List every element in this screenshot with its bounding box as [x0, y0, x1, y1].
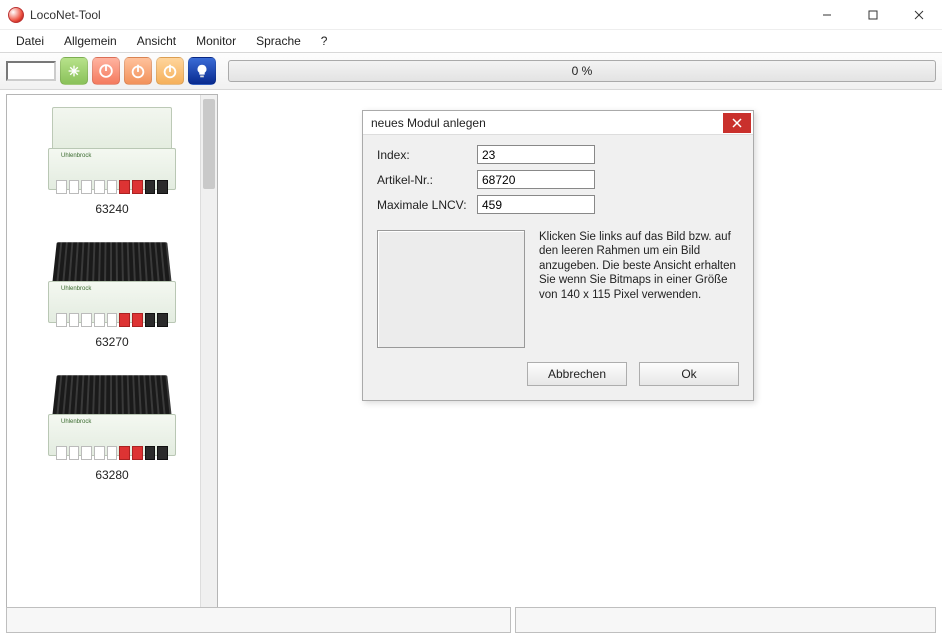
minimize-button[interactable] — [804, 0, 850, 30]
window-title: LocoNet-Tool — [30, 8, 101, 22]
module-thumbnail: Uhlenbrock — [42, 234, 182, 329]
menu-monitor[interactable]: Monitor — [186, 32, 246, 50]
status-cell-right — [515, 607, 936, 633]
statusbar — [6, 607, 936, 633]
max-lncv-label: Maximale LNCV: — [377, 198, 477, 212]
dialog-close-button[interactable] — [723, 113, 751, 133]
menu-view[interactable]: Ansicht — [127, 32, 186, 50]
light-button[interactable] — [188, 57, 216, 85]
list-item[interactable]: Uhlenbrock 63280 — [7, 367, 217, 482]
menubar: Datei Allgemein Ansicht Monitor Sprache … — [0, 30, 942, 52]
menu-file[interactable]: Datei — [6, 32, 54, 50]
menu-language[interactable]: Sprache — [246, 32, 311, 50]
new-module-dialog: neues Modul anlegen Index: Artikel-Nr.: … — [362, 110, 754, 401]
list-item[interactable]: Uhlenbrock 63240 — [7, 101, 217, 216]
module-list: Uhlenbrock 63240 Uhlenbrock 63270 Uhlenb… — [6, 94, 218, 615]
module-caption: 63240 — [7, 202, 217, 216]
maximize-button[interactable] — [850, 0, 896, 30]
dialog-title: neues Modul anlegen — [371, 116, 486, 130]
module-thumbnail: Uhlenbrock — [42, 101, 182, 196]
app-icon — [8, 7, 24, 23]
article-label: Artikel-Nr.: — [377, 173, 477, 187]
progress-text: 0 % — [572, 64, 593, 78]
module-caption: 63280 — [7, 468, 217, 482]
list-item[interactable]: Uhlenbrock 63270 — [7, 234, 217, 349]
window-titlebar: LocoNet-Tool — [0, 0, 942, 30]
toolbar-display — [6, 61, 56, 81]
article-field[interactable] — [477, 170, 595, 189]
progress-bar: 0 % — [228, 60, 936, 82]
menu-general[interactable]: Allgemein — [54, 32, 127, 50]
scrollbar-thumb[interactable] — [203, 99, 215, 189]
scrollbar[interactable] — [200, 95, 217, 614]
power-button-1[interactable] — [124, 57, 152, 85]
main-panel: neues Modul anlegen Index: Artikel-Nr.: … — [222, 94, 936, 615]
ok-button[interactable]: Ok — [639, 362, 739, 386]
module-thumbnail: Uhlenbrock — [42, 367, 182, 462]
help-text: Klicken Sie links auf das Bild bzw. auf … — [539, 230, 739, 348]
module-caption: 63270 — [7, 335, 217, 349]
toolbar: 0 % — [0, 52, 942, 90]
status-cell-left — [6, 607, 511, 633]
dialog-titlebar[interactable]: neues Modul anlegen — [363, 111, 753, 135]
index-label: Index: — [377, 148, 477, 162]
menu-help[interactable]: ? — [311, 32, 338, 50]
index-field[interactable] — [477, 145, 595, 164]
cancel-button[interactable]: Abbrechen — [527, 362, 627, 386]
power-button-2[interactable] — [156, 57, 184, 85]
go-button[interactable] — [60, 57, 88, 85]
close-button[interactable] — [896, 0, 942, 30]
stop-button[interactable] — [92, 57, 120, 85]
image-frame[interactable] — [377, 230, 525, 348]
max-lncv-field[interactable] — [477, 195, 595, 214]
progress-container: 0 % — [228, 59, 936, 83]
